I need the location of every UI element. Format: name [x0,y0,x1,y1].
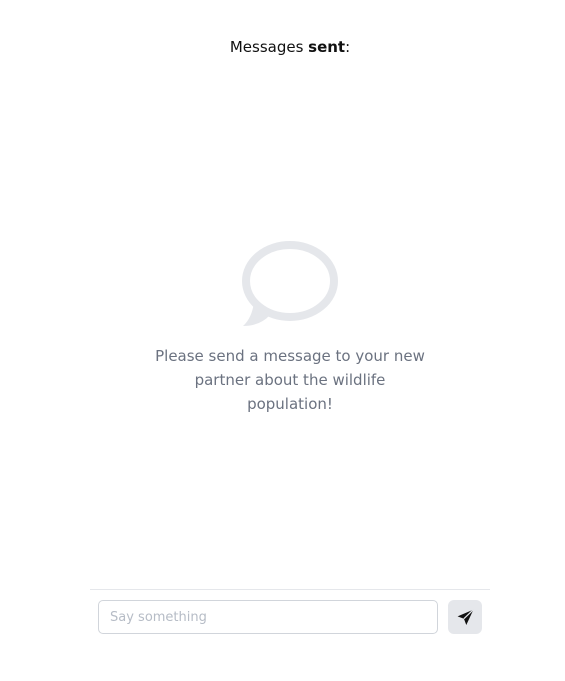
heading-prefix: Messages [229,38,309,56]
message-input[interactable] [98,600,438,634]
empty-state: Please send a message to your new partne… [0,240,565,416]
heading-suffix: : [345,38,351,56]
empty-state-message: Please send a message to your new partne… [155,347,425,413]
paper-plane-icon [457,608,474,625]
chat-bubble-icon [242,241,338,326]
send-button[interactable] [448,600,482,634]
message-composer [90,589,490,650]
heading-emphasis: sent [308,38,346,56]
messages-heading: Messages sent: [0,36,565,58]
